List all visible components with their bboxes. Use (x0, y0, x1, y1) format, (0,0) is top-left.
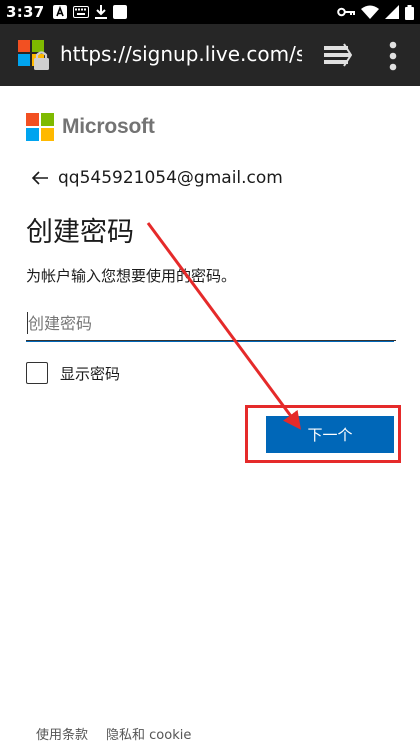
battery-icon (405, 4, 414, 20)
show-password-toggle[interactable]: 显示密码 (26, 362, 120, 384)
identity-row: qq545921054@gmail.com (30, 168, 283, 188)
signal-icon (385, 5, 399, 19)
overflow-menu-icon[interactable] (388, 41, 398, 71)
footer: 使用条款 隐私和 cookie (36, 724, 191, 743)
status-time: 3:37 (6, 3, 45, 21)
vpn-key-icon (337, 7, 355, 17)
privacy-cookie-link[interactable]: 隐私和 cookie (106, 724, 191, 743)
app-notification-icon (112, 5, 127, 19)
next-button[interactable]: 下一个 (266, 416, 394, 453)
microsoft-logo: Microsoft (26, 113, 155, 141)
back-arrow-icon[interactable] (30, 168, 50, 188)
page-title: 创建密码 (26, 217, 134, 248)
page-description: 为帐户输入您想要使用的密码。 (26, 267, 237, 285)
identity-email: qq545921054@gmail.com (58, 168, 283, 188)
download-icon (94, 5, 107, 19)
site-lock-icon (18, 40, 49, 70)
microsoft-wordmark: Microsoft (62, 115, 155, 138)
browser-toolbar: https://signup.live.com/si (0, 24, 420, 86)
show-password-checkbox[interactable] (26, 362, 48, 384)
text-caret (27, 312, 28, 334)
system-icons (337, 0, 414, 24)
wifi-icon (361, 5, 379, 19)
microsoft-logo-icon (26, 113, 54, 141)
tabs-icon[interactable] (322, 43, 352, 69)
terms-link[interactable]: 使用条款 (36, 724, 88, 743)
notification-icons (52, 5, 127, 19)
input-underline (26, 341, 394, 342)
keyboard-icon (72, 6, 89, 18)
font-icon (52, 5, 67, 19)
show-password-label: 显示密码 (60, 364, 121, 383)
address-bar[interactable]: https://signup.live.com/si (60, 42, 302, 66)
status-bar: 3:37 (0, 0, 420, 24)
create-password-input[interactable] (26, 306, 396, 341)
